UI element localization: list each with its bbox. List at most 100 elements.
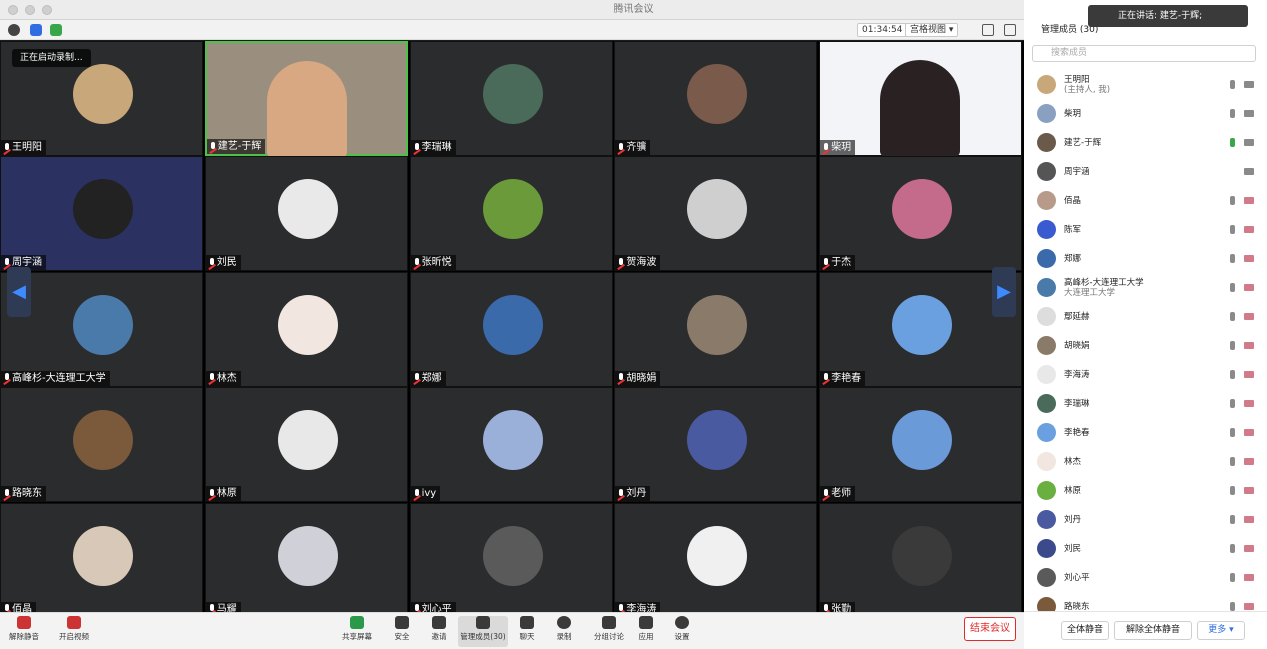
camera-icon[interactable]	[1244, 487, 1254, 494]
camera-icon[interactable]	[1244, 342, 1254, 349]
member-row[interactable]: 刘民	[1024, 534, 1267, 563]
chat-button[interactable]: 聊天	[507, 616, 547, 642]
video-tile[interactable]: 林原	[204, 387, 408, 503]
member-row[interactable]: 李艳春	[1024, 418, 1267, 447]
member-row[interactable]: 高峰杉-大连理工大学 大连理工大学	[1024, 273, 1267, 302]
member-row[interactable]: 佰晶	[1024, 186, 1267, 215]
video-button[interactable]: 开启视频	[54, 616, 94, 642]
camera-icon[interactable]	[1244, 226, 1254, 233]
mic-icon[interactable]	[1230, 544, 1235, 553]
camera-icon[interactable]	[1244, 371, 1254, 378]
member-list[interactable]: 王明阳 (主持人, 我) 柴玥 建艺-于辉 周宇涵 佰晶 陈军 郑娜 高峰杉-大连理工大学 大连理…	[1024, 70, 1267, 611]
camera-icon[interactable]	[1244, 168, 1254, 175]
member-search-input[interactable]: 搜索成员	[1032, 45, 1256, 62]
video-tile[interactable]: 贺海波	[614, 156, 818, 272]
camera-icon[interactable]	[1244, 516, 1254, 523]
camera-icon[interactable]	[1244, 110, 1254, 117]
mic-icon[interactable]	[1230, 138, 1235, 147]
camera-icon[interactable]	[1244, 429, 1254, 436]
member-row[interactable]: 郑娜	[1024, 244, 1267, 273]
sidebar-toggle-icon[interactable]	[1004, 24, 1016, 36]
video-tile[interactable]: 建艺-于辉	[204, 41, 408, 158]
member-row[interactable]: 李海涛	[1024, 360, 1267, 389]
mic-icon[interactable]	[1230, 457, 1235, 466]
camera-icon[interactable]	[1244, 545, 1254, 552]
video-tile[interactable]: 李海涛	[614, 502, 818, 612]
video-tile[interactable]: 刘心平	[409, 502, 613, 612]
record-button[interactable]: 录制	[544, 616, 584, 642]
video-tile[interactable]: 路晓东	[0, 387, 203, 503]
video-tile[interactable]: 张昕悦	[409, 156, 613, 272]
mic-icon[interactable]	[1230, 399, 1235, 408]
member-row[interactable]: 路晓东	[1024, 592, 1267, 611]
member-row[interactable]: 周宇涵	[1024, 157, 1267, 186]
breakout-button[interactable]: 分组讨论	[589, 616, 629, 642]
member-row[interactable]: 鄢延赫	[1024, 302, 1267, 331]
info-icon[interactable]	[8, 24, 20, 36]
video-tile[interactable]: 佰晶	[0, 502, 203, 612]
mic-icon[interactable]	[1230, 486, 1235, 495]
video-tile[interactable]: 马耀	[204, 502, 408, 612]
camera-icon[interactable]	[1244, 603, 1254, 610]
member-row[interactable]: 建艺-于辉	[1024, 128, 1267, 157]
mic-icon[interactable]	[1230, 254, 1235, 263]
next-page-arrow[interactable]: ▶	[992, 267, 1016, 317]
mic-icon[interactable]	[1230, 196, 1235, 205]
camera-icon[interactable]	[1244, 81, 1254, 88]
mic-icon[interactable]	[1230, 80, 1235, 89]
video-tile[interactable]: 郑娜	[409, 271, 613, 387]
video-tile[interactable]: 林杰	[204, 271, 408, 387]
camera-icon[interactable]	[1244, 197, 1254, 204]
view-mode-button[interactable]: 宫格视图 ▾	[905, 23, 959, 37]
mic-icon[interactable]	[1230, 109, 1235, 118]
camera-icon[interactable]	[1244, 313, 1254, 320]
end-meeting-button[interactable]: 结束会议	[964, 617, 1016, 641]
invite-button[interactable]: 邀请	[419, 616, 459, 642]
prev-page-arrow[interactable]: ◀	[7, 267, 31, 317]
unmute-all-button[interactable]: 解除全体静音	[1114, 621, 1192, 640]
shield-icon[interactable]	[30, 24, 42, 36]
video-tile[interactable]: 齐骥	[614, 41, 818, 156]
camera-icon[interactable]	[1244, 255, 1254, 262]
video-tile[interactable]: 刘丹	[614, 387, 818, 503]
mic-icon[interactable]	[1230, 602, 1235, 611]
mic-icon[interactable]	[1230, 283, 1235, 292]
apps-button[interactable]: 应用	[626, 616, 666, 642]
mic-icon[interactable]	[1230, 428, 1235, 437]
video-tile[interactable]: 胡晓娟	[614, 271, 818, 387]
mic-icon[interactable]	[1230, 225, 1235, 234]
member-row[interactable]: 林原	[1024, 476, 1267, 505]
camera-icon[interactable]	[1244, 139, 1254, 146]
manage-members-button[interactable]: 管理成员(30)	[458, 616, 508, 647]
member-row[interactable]: 陈军	[1024, 215, 1267, 244]
mic-icon[interactable]	[1230, 515, 1235, 524]
member-row[interactable]: 林杰	[1024, 447, 1267, 476]
member-row[interactable]: 柴玥	[1024, 99, 1267, 128]
member-row[interactable]: 李瑞琳	[1024, 389, 1267, 418]
camera-icon[interactable]	[1244, 284, 1254, 291]
share-screen-button[interactable]: 共享屏幕	[337, 616, 377, 642]
signal-icon[interactable]	[50, 24, 62, 36]
member-row[interactable]: 刘心平	[1024, 563, 1267, 592]
unmute-button[interactable]: 解除静音	[4, 616, 44, 642]
mute-all-button[interactable]: 全体静音	[1061, 621, 1109, 640]
security-button[interactable]: 安全	[382, 616, 422, 642]
video-tile[interactable]: 老师	[819, 387, 1023, 503]
video-tile[interactable]: ivy	[409, 387, 613, 503]
settings-button[interactable]: 设置	[662, 616, 702, 642]
video-tile[interactable]: 李瑞琳	[409, 41, 613, 156]
camera-icon[interactable]	[1244, 458, 1254, 465]
member-row[interactable]: 刘丹	[1024, 505, 1267, 534]
mic-icon[interactable]	[1230, 573, 1235, 582]
video-tile[interactable]: 周宇涵	[0, 156, 203, 272]
fullscreen-icon[interactable]	[982, 24, 994, 36]
mic-icon[interactable]	[1230, 312, 1235, 321]
member-row[interactable]: 胡晓娟	[1024, 331, 1267, 360]
video-tile[interactable]: 张勤	[819, 502, 1023, 612]
video-tile[interactable]: 于杰	[819, 156, 1023, 272]
video-tile[interactable]: 柴玥	[819, 41, 1023, 157]
more-button[interactable]: 更多 ▾	[1197, 621, 1245, 640]
camera-icon[interactable]	[1244, 400, 1254, 407]
mic-icon[interactable]	[1230, 370, 1235, 379]
camera-icon[interactable]	[1244, 574, 1254, 581]
